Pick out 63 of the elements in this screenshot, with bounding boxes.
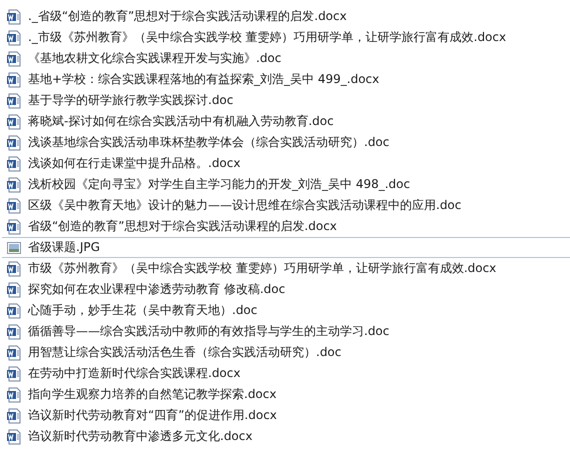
document-icon (6, 198, 22, 214)
document-icon (6, 114, 22, 130)
file-item[interactable]: 省级课题.JPG (2, 237, 570, 258)
file-item[interactable]: 诌议新时代劳动教育对“四育”的促进作用.docx (2, 405, 570, 426)
document-icon (6, 428, 22, 444)
document-icon (6, 282, 22, 298)
document-icon (6, 218, 22, 234)
document-icon (6, 92, 22, 108)
file-item[interactable]: 市级《苏州教育》（吴中综合实践学校 董雯婷）巧用研学单，让研学旅行富有成效.docx (2, 258, 570, 279)
file-name: 指向学生观察力培养的自然笔记教学探索.docx (28, 386, 276, 403)
file-name: 诌议新时代劳动教育对“四育”的促进作用.docx (28, 407, 277, 424)
document-icon (6, 30, 22, 46)
file-item[interactable]: 用智慧让综合实践活动活色生香（综合实践活动研究）.doc (2, 342, 570, 363)
image-file-icon (6, 240, 22, 256)
file-item[interactable]: 浅谈如何在行走课堂中提升品格。.docx (2, 153, 570, 174)
document-icon (6, 50, 22, 66)
file-item[interactable]: 浅谈基地综合实践活动串珠杯垫教学体会（综合实践活动研究）.doc (2, 132, 570, 153)
file-item[interactable]: 区级《吴中教育天地》设计的魅力——设计思维在综合实践活动课程中的应用.doc (2, 195, 570, 216)
file-item[interactable]: 探究如何在农业课程中渗透劳动教育 修改稿.doc (2, 279, 570, 300)
document-icon (6, 72, 22, 88)
file-name: 基地+学校：综合实践课程落地的有益探索_刘浩_吴中 499_.docx (28, 71, 380, 88)
document-icon (6, 134, 22, 150)
file-name: 循循善导——综合实践活动中教师的有效指导与学生的主动学习.doc (28, 323, 390, 340)
file-item[interactable]: 《基地农耕文化综合实践课程开发与实施》.doc (2, 48, 570, 69)
document-icon (6, 408, 22, 424)
file-name: ._市级《苏州教育》（吴中综合实践学校 董雯婷）巧用研学单，让研学旅行富有成效.docx (28, 29, 506, 46)
document-icon (6, 176, 22, 192)
file-item[interactable]: 指向学生观察力培养的自然笔记教学探索.docx (2, 384, 570, 405)
document-icon (6, 386, 22, 402)
document-icon (6, 302, 22, 318)
file-item[interactable]: ._市级《苏州教育》（吴中综合实践学校 董雯婷）巧用研学单，让研学旅行富有成效.docx (2, 27, 570, 48)
file-name: 用智慧让综合实践活动活色生香（综合实践活动研究）.doc (28, 344, 342, 361)
document-icon (6, 324, 22, 340)
file-name: 心随手动，妙手生花（吴中教育天地）.doc (28, 302, 258, 319)
file-name: 《基地农耕文化综合实践课程开发与实施》.doc (28, 50, 282, 67)
file-item[interactable]: 基于导学的研学旅行教学实践探讨.doc (2, 90, 570, 111)
file-item[interactable]: 省级“创造的教育”思想对于综合实践活动课程的启发.docx (2, 216, 570, 237)
file-item[interactable]: 浅析校园《定向寻宝》对学生自主学习能力的开发_刘浩_吴中 498_.doc (2, 174, 570, 195)
file-name: 诌议新时代劳动教育中渗透多元文化.docx (28, 428, 252, 445)
file-name: 探究如何在农业课程中渗透劳动教育 修改稿.doc (28, 281, 286, 298)
document-icon (6, 260, 22, 276)
file-name: 浅析校园《定向寻宝》对学生自主学习能力的开发_刘浩_吴中 498_.doc (28, 176, 410, 193)
file-item[interactable]: 诌议新时代劳动教育中渗透多元文化.docx (2, 426, 570, 447)
file-item[interactable]: 基地+学校：综合实践课程落地的有益探索_刘浩_吴中 499_.docx (2, 69, 570, 90)
document-icon (6, 8, 22, 24)
file-name: 在劳动中打造新时代综合实践课程.docx (28, 365, 240, 382)
file-name: 浅谈基地综合实践活动串珠杯垫教学体会（综合实践活动研究）.doc (28, 134, 390, 151)
file-name: 省级“创造的教育”思想对于综合实践活动课程的启发.docx (28, 218, 337, 235)
file-name: 省级课题.JPG (28, 239, 100, 256)
document-icon (6, 156, 22, 172)
document-icon (6, 366, 22, 382)
file-name: 蒋晓斌-探讨如何在综合实践活动中有机融入劳动教育.doc (28, 113, 334, 130)
file-name: 浅谈如何在行走课堂中提升品格。.docx (28, 155, 240, 172)
file-item[interactable]: 循循善导——综合实践活动中教师的有效指导与学生的主动学习.doc (2, 321, 570, 342)
file-item[interactable]: 蒋晓斌-探讨如何在综合实践活动中有机融入劳动教育.doc (2, 111, 570, 132)
file-name: 市级《苏州教育》（吴中综合实践学校 董雯婷）巧用研学单，让研学旅行富有成效.docx (28, 260, 496, 277)
file-item[interactable]: 心随手动，妙手生花（吴中教育天地）.doc (2, 300, 570, 321)
file-item[interactable]: ._省级“创造的教育”思想对于综合实践活动课程的启发.docx (2, 6, 570, 27)
document-icon (6, 344, 22, 360)
file-item[interactable]: 在劳动中打造新时代综合实践课程.docx (2, 363, 570, 384)
file-name: ._省级“创造的教育”思想对于综合实践活动课程的启发.docx (28, 8, 347, 25)
file-name: 区级《吴中教育天地》设计的魅力——设计思维在综合实践活动课程中的应用.doc (28, 197, 462, 214)
file-name: 基于导学的研学旅行教学实践探讨.doc (28, 92, 234, 109)
